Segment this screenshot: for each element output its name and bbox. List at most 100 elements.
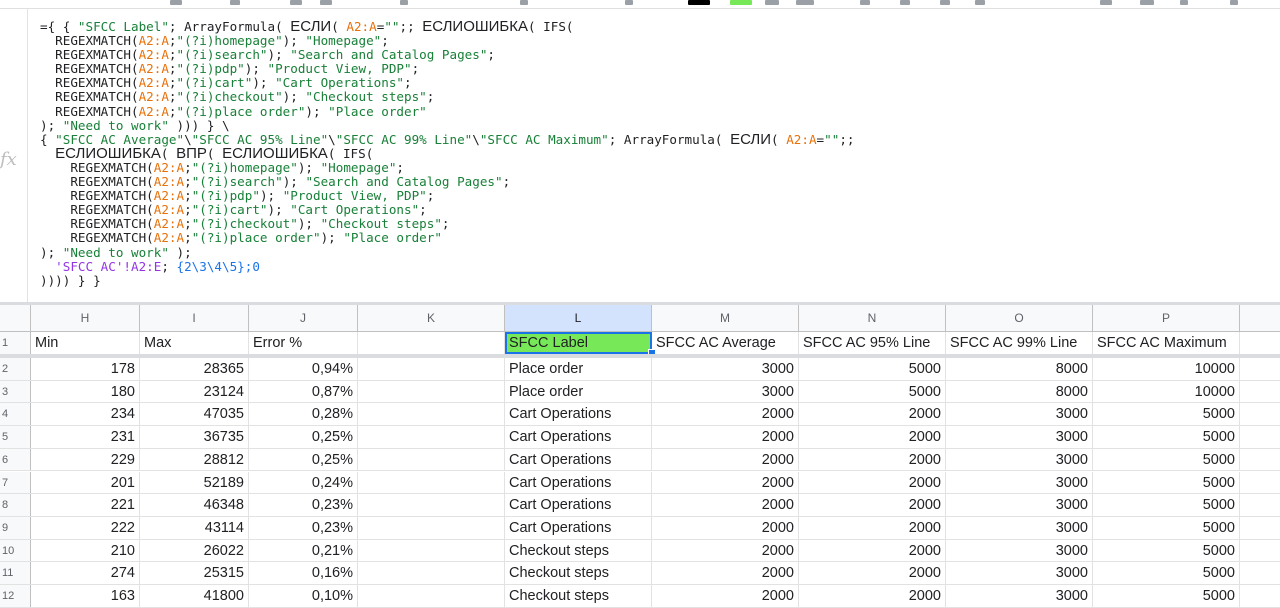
row-number[interactable]: 10 (0, 539, 31, 562)
frozen-row-divider[interactable] (0, 354, 1280, 358)
table-cell[interactable]: 0,10% (249, 585, 358, 607)
table-cell[interactable]: 0,16% (249, 562, 358, 584)
table-cell[interactable]: 222 (31, 516, 140, 539)
table-cell[interactable]: Cart Operations (505, 494, 652, 516)
table-cell[interactable]: 2000 (652, 585, 799, 607)
text-color-icon[interactable] (688, 0, 710, 5)
table-cell[interactable]: 3000 (946, 539, 1093, 562)
selected-cell[interactable]: SFCC Label (505, 332, 652, 354)
table-cell[interactable]: 5000 (1093, 494, 1240, 516)
table-cell[interactable]: 2000 (799, 403, 946, 426)
table-cell[interactable] (358, 516, 505, 539)
table-cell[interactable]: Cart Operations (505, 448, 652, 471)
table-cell[interactable]: 28812 (140, 448, 249, 471)
table-cell[interactable]: 5000 (1093, 539, 1240, 562)
row-number[interactable]: 4 (0, 403, 31, 426)
redo-icon[interactable] (320, 0, 332, 5)
header-cell[interactable]: SFCC AC Average (652, 332, 799, 354)
toolbar-icon[interactable] (230, 0, 240, 5)
row-number[interactable]: 3 (0, 380, 31, 403)
table-cell[interactable]: 2000 (652, 562, 799, 584)
table-cell[interactable]: 52189 (140, 471, 249, 494)
row-number[interactable]: 2 (0, 358, 31, 380)
toolbar-icon[interactable] (625, 0, 633, 5)
table-cell[interactable]: 8000 (946, 358, 1093, 380)
table-cell[interactable]: 0,23% (249, 516, 358, 539)
table-cell[interactable]: 0,28% (249, 403, 358, 426)
table-cell[interactable]: 28365 (140, 358, 249, 380)
table-cell[interactable]: 2000 (652, 426, 799, 448)
header-cell[interactable]: SFCC AC Maximum (1093, 332, 1240, 354)
header-cell[interactable]: Error % (249, 332, 358, 354)
link-icon[interactable] (1100, 0, 1112, 5)
table-cell[interactable] (358, 539, 505, 562)
table-cell[interactable]: 5000 (1093, 403, 1240, 426)
table-cell[interactable]: Place order (505, 358, 652, 380)
table-cell[interactable]: 0,21% (249, 539, 358, 562)
table-cell[interactable]: 10000 (1093, 380, 1240, 403)
table-cell[interactable]: 2000 (652, 403, 799, 426)
table-cell[interactable]: 163 (31, 585, 140, 607)
table-cell[interactable]: 201 (31, 471, 140, 494)
table-cell[interactable]: 5000 (1093, 426, 1240, 448)
table-cell[interactable]: 0,94% (249, 358, 358, 380)
table-cell[interactable]: 178 (31, 358, 140, 380)
table-cell[interactable]: 5000 (1093, 516, 1240, 539)
table-cell[interactable]: 231 (31, 426, 140, 448)
table-cell[interactable]: 210 (31, 539, 140, 562)
table-cell[interactable]: 2000 (652, 516, 799, 539)
table-cell[interactable] (358, 380, 505, 403)
table-cell[interactable]: 10000 (1093, 358, 1240, 380)
table-cell[interactable] (358, 471, 505, 494)
row-number[interactable]: 9 (0, 516, 31, 539)
header-cell[interactable]: SFCC AC 99% Line (946, 332, 1093, 354)
header-cell[interactable] (358, 332, 505, 354)
header-cell[interactable]: SFCC AC 95% Line (799, 332, 946, 354)
table-cell[interactable]: 2000 (652, 471, 799, 494)
column-header-i[interactable]: I (140, 305, 249, 331)
row-number[interactable]: 8 (0, 494, 31, 516)
table-cell[interactable]: Cart Operations (505, 471, 652, 494)
table-cell[interactable]: 0,23% (249, 494, 358, 516)
table-cell[interactable]: 3000 (946, 403, 1093, 426)
table-cell[interactable]: 2000 (799, 562, 946, 584)
table-cell[interactable]: 25315 (140, 562, 249, 584)
table-cell[interactable]: 2000 (799, 448, 946, 471)
toolbar-icon[interactable] (170, 0, 182, 5)
undo-icon[interactable] (290, 0, 302, 5)
table-cell[interactable]: 36735 (140, 426, 249, 448)
table-cell[interactable]: 3000 (946, 516, 1093, 539)
table-cell[interactable]: 3000 (946, 562, 1093, 584)
table-cell[interactable]: 26022 (140, 539, 249, 562)
table-cell[interactable] (358, 494, 505, 516)
formula-text[interactable]: ={ { "SFCC Label"; ArrayFormula( ЕСЛИ( A… (40, 19, 854, 288)
table-cell[interactable]: Cart Operations (505, 516, 652, 539)
column-header-k[interactable]: K (358, 305, 505, 331)
table-cell[interactable]: 5000 (1093, 562, 1240, 584)
table-cell[interactable] (358, 562, 505, 584)
column-header-n[interactable]: N (799, 305, 946, 331)
column-header-h[interactable]: H (31, 305, 140, 331)
column-header-j[interactable]: J (249, 305, 358, 331)
table-cell[interactable]: 180 (31, 380, 140, 403)
borders-icon[interactable] (765, 0, 779, 5)
table-cell[interactable] (358, 426, 505, 448)
row-number[interactable]: 5 (0, 426, 31, 448)
table-cell[interactable]: 2000 (652, 448, 799, 471)
table-cell[interactable]: 3000 (946, 585, 1093, 607)
table-cell[interactable]: Checkout steps (505, 562, 652, 584)
table-cell[interactable]: 2000 (652, 494, 799, 516)
formula-bar[interactable]: fx ={ { "SFCC Label"; ArrayFormula( ЕСЛИ… (0, 8, 1280, 303)
table-cell[interactable]: Checkout steps (505, 585, 652, 607)
table-cell[interactable] (358, 448, 505, 471)
row-number[interactable]: 12 (0, 585, 31, 607)
table-cell[interactable]: 0,25% (249, 448, 358, 471)
table-cell[interactable]: 5000 (799, 380, 946, 403)
rotate-icon[interactable] (975, 0, 985, 5)
table-cell[interactable] (358, 403, 505, 426)
table-cell[interactable]: 0,87% (249, 380, 358, 403)
table-cell[interactable]: 3000 (652, 380, 799, 403)
table-cell[interactable]: 2000 (799, 426, 946, 448)
header-cell[interactable]: Min (31, 332, 140, 354)
toolbar-icon[interactable] (400, 0, 408, 5)
